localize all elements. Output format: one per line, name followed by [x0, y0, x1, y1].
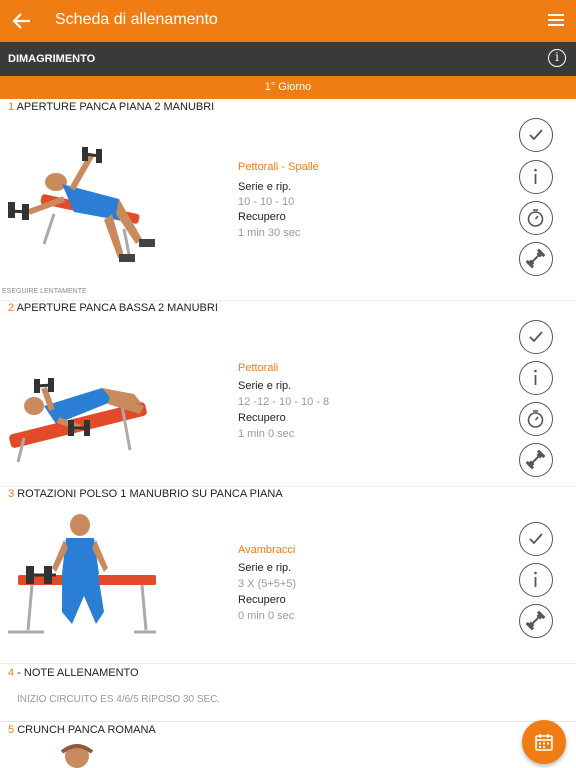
stopwatch-icon: [527, 209, 544, 227]
rest-value: 0 min 0 sec: [238, 610, 295, 622]
timer-button[interactable]: [519, 402, 553, 436]
exercise-illustration: [8, 514, 156, 634]
rest-value: 1 min 0 sec: [238, 428, 295, 440]
rest-label: Recupero: [238, 412, 286, 424]
muscle-group: Pettorali: [238, 362, 279, 374]
exercise-note: ESEGUIRE LENTAMENTE: [2, 288, 87, 295]
info-icon[interactable]: i: [548, 49, 566, 67]
exercise-title: 1 APERTURE PANCA PIANA 2 MANUBRI: [8, 101, 214, 113]
muscle-group: Avambracci: [238, 544, 296, 556]
sets-value: 12 -12 - 10 - 10 - 8: [238, 396, 330, 408]
hamburger-menu-icon[interactable]: [548, 13, 564, 27]
dumbbell-icon: [525, 449, 546, 470]
rest-value: 1 min 30 sec: [238, 227, 301, 239]
info-icon: [534, 571, 537, 587]
rest-label: Recupero: [238, 211, 286, 223]
check-icon: [529, 331, 543, 343]
dumbbell-icon: [525, 610, 546, 631]
exercise-name: CRUNCH PANCA ROMANA: [17, 724, 156, 736]
weight-button[interactable]: [519, 443, 553, 477]
page-title: Scheda di allenamento: [55, 11, 218, 28]
exercise-title: 5 CRUNCH PANCA ROMANA: [8, 724, 156, 736]
exercise-number: 2: [8, 302, 15, 314]
day-header: 1° Giorno: [0, 76, 576, 99]
sets-value: 10 - 10 - 10: [238, 196, 295, 208]
info-button[interactable]: [519, 563, 553, 597]
complete-button[interactable]: [519, 118, 553, 152]
complete-button[interactable]: [519, 522, 553, 556]
notes-text: INIZIO CIRCUITO ES 4/6/5 RIPOSO 30 SEC.: [17, 694, 221, 705]
sets-value: 3 X (5+5+5): [238, 578, 297, 590]
sets-label: Serie e rip.: [238, 380, 292, 392]
calendar-icon: [535, 734, 553, 751]
info-icon: [534, 369, 537, 385]
exercise-illustration: [8, 147, 155, 262]
dumbbell-icon: [525, 248, 546, 269]
weight-button[interactable]: [519, 604, 553, 638]
complete-button[interactable]: [519, 320, 553, 354]
exercise-number: 3: [8, 488, 15, 500]
exercise-illustration: [9, 378, 147, 463]
notes-heading: - NOTE ALLENAMENTO: [14, 667, 139, 679]
exercise-name: APERTURE PANCA BASSA 2 MANUBRI: [16, 302, 218, 314]
program-header: DIMAGRIMENTO i: [0, 42, 576, 76]
info-button[interactable]: [519, 361, 553, 395]
muscle-group: Pettorali - Spalle: [238, 161, 319, 173]
exercise-number: 5: [8, 724, 15, 736]
exercise-card: 1 APERTURE PANCA PIANA 2 MANUBRI Pettora…: [0, 99, 576, 301]
sets-label: Serie e rip.: [238, 562, 292, 574]
training-notes: 4 - NOTE ALLENAMENTO INIZIO CIRCUITO ES …: [0, 663, 576, 722]
arrow-left-icon[interactable]: [10, 9, 34, 33]
check-icon: [529, 129, 543, 141]
stopwatch-icon: [527, 410, 544, 428]
notes-title: 4 - NOTE ALLENAMENTO: [8, 667, 139, 679]
exercise-illustration: [60, 744, 94, 768]
calendar-fab[interactable]: [522, 720, 566, 764]
weight-button[interactable]: [519, 242, 553, 276]
exercise-card: 5 CRUNCH PANCA ROMANA: [0, 722, 576, 768]
exercise-title: 2 APERTURE PANCA BASSA 2 MANUBRI: [8, 302, 218, 314]
exercise-title: 3 ROTAZIONI POLSO 1 MANUBRIO SU PANCA PI…: [8, 488, 283, 500]
info-button[interactable]: [519, 160, 553, 194]
sets-label: Serie e rip.: [238, 181, 292, 193]
exercise-number: 1: [8, 101, 15, 113]
program-name: DIMAGRIMENTO: [8, 53, 96, 65]
app-bar: Scheda di allenamento: [0, 0, 576, 42]
rest-label: Recupero: [238, 594, 286, 606]
exercise-card: 3 ROTAZIONI POLSO 1 MANUBRIO SU PANCA PI…: [0, 486, 576, 664]
timer-button[interactable]: [519, 201, 553, 235]
exercise-card: 2 APERTURE PANCA BASSA 2 MANUBRI Pettora…: [0, 300, 576, 487]
check-icon: [529, 533, 543, 545]
exercise-name: APERTURE PANCA PIANA 2 MANUBRI: [16, 101, 215, 113]
exercise-name: ROTAZIONI POLSO 1 MANUBRIO SU PANCA PIAN…: [17, 488, 283, 500]
info-icon: [534, 168, 537, 184]
